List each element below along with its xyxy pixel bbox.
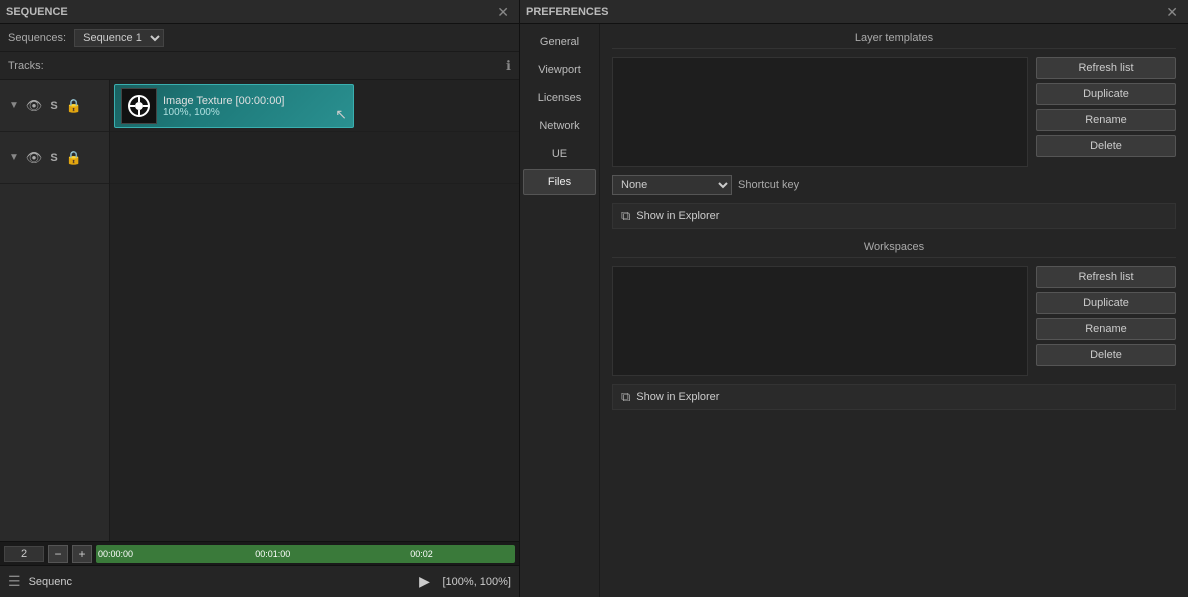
ws-rename-button[interactable]: Rename bbox=[1036, 318, 1176, 340]
timeline-ruler: 2 − + 00:00:00 00:01:00 00:02 bbox=[0, 541, 519, 565]
nav-item-network[interactable]: Network bbox=[523, 113, 596, 139]
layer-templates-buttons: Refresh list Duplicate Rename Delete bbox=[1036, 57, 1176, 167]
track-expand-icon-1[interactable]: ▼ bbox=[6, 98, 22, 114]
track-eye-icon-2[interactable]: 👁 bbox=[26, 150, 42, 166]
shortcut-key-label: Shortcut key bbox=[738, 179, 799, 191]
workspaces-row: Refresh list Duplicate Rename Delete bbox=[612, 266, 1176, 376]
nav-item-files[interactable]: Files bbox=[523, 169, 596, 195]
layer-templates-title: Layer templates bbox=[612, 32, 1176, 49]
sequence-close-button[interactable]: ✕ bbox=[493, 3, 513, 21]
time-marker-0: 00:00:00 bbox=[98, 549, 133, 559]
bottom-bar: ☰ Sequenc ▶ [100%, 100%] bbox=[0, 565, 519, 597]
track-s-icon-2[interactable]: S bbox=[46, 150, 62, 166]
hamburger-icon[interactable]: ☰ bbox=[8, 573, 21, 590]
track-lock-icon-1[interactable]: 🔒 bbox=[66, 98, 82, 114]
layer-shortcut-dropdown[interactable]: None bbox=[612, 175, 732, 195]
ws-refresh-button[interactable]: Refresh list bbox=[1036, 266, 1176, 288]
tracks-area: ▼ 👁 S 🔒 ▼ 👁 S 🔒 bbox=[0, 80, 519, 541]
nav-item-licenses[interactable]: Licenses bbox=[523, 85, 596, 111]
ws-delete-button[interactable]: Delete bbox=[1036, 344, 1176, 366]
layer-dropdown-row: None Shortcut key bbox=[612, 175, 1176, 195]
track-eye-icon-1[interactable]: 👁 bbox=[26, 98, 42, 114]
nav-item-viewport[interactable]: Viewport bbox=[523, 57, 596, 83]
preferences-sidebar: General Viewport Licenses Network UE Fil… bbox=[520, 24, 600, 597]
zoom-info: [100%, 100%] bbox=[443, 576, 512, 588]
sequences-header: Sequences: Sequence 1 bbox=[0, 24, 519, 52]
workspaces-list[interactable] bbox=[612, 266, 1028, 376]
frame-input[interactable]: 2 bbox=[4, 546, 44, 562]
ws-explorer-icon: ⧉ bbox=[621, 389, 630, 405]
bottom-seq-name: Sequenc bbox=[29, 576, 407, 588]
info-icon[interactable]: ℹ bbox=[506, 58, 511, 74]
track-clip[interactable]: Image Texture [00:00:00] 100%, 100% ↖ bbox=[114, 84, 354, 128]
nav-item-general[interactable]: General bbox=[523, 29, 596, 55]
track-controls: ▼ 👁 S 🔒 ▼ 👁 S 🔒 bbox=[0, 80, 110, 541]
clip-thumbnail bbox=[121, 88, 157, 124]
track-content: Image Texture [00:00:00] 100%, 100% ↖ bbox=[110, 80, 519, 541]
preferences-title: PREFERENCES bbox=[526, 6, 1162, 18]
layer-refresh-button[interactable]: Refresh list bbox=[1036, 57, 1176, 79]
layer-explorer-row[interactable]: ⧉ Show in Explorer bbox=[612, 203, 1176, 229]
track-control-row-2: ▼ 👁 S 🔒 bbox=[0, 132, 109, 184]
layer-templates-row: Refresh list Duplicate Rename Delete bbox=[612, 57, 1176, 167]
workspaces-title: Workspaces bbox=[612, 241, 1176, 258]
layer-duplicate-button[interactable]: Duplicate bbox=[1036, 83, 1176, 105]
cursor-icon: ↖ bbox=[335, 106, 347, 123]
nav-item-ue[interactable]: UE bbox=[523, 141, 596, 167]
play-button[interactable]: ▶ bbox=[415, 572, 435, 592]
preferences-body: General Viewport Licenses Network UE Fil… bbox=[520, 24, 1188, 597]
layer-explorer-label: Show in Explorer bbox=[636, 210, 719, 222]
time-marker-1: 00:01:00 bbox=[255, 549, 290, 559]
sequence-panel: SEQUENCE ✕ Sequences: Sequence 1 Tracks:… bbox=[0, 0, 520, 597]
frame-minus-button[interactable]: − bbox=[48, 545, 68, 563]
ws-duplicate-button[interactable]: Duplicate bbox=[1036, 292, 1176, 314]
workspaces-explorer-row[interactable]: ⧉ Show in Explorer bbox=[612, 384, 1176, 410]
track-row-1: Image Texture [00:00:00] 100%, 100% ↖ bbox=[110, 80, 519, 132]
track-row-2 bbox=[110, 132, 519, 184]
preferences-titlebar: PREFERENCES ✕ bbox=[520, 0, 1188, 24]
sequence-title: SEQUENCE bbox=[6, 6, 493, 18]
workspaces-buttons: Refresh list Duplicate Rename Delete bbox=[1036, 266, 1176, 376]
track-control-row-1: ▼ 👁 S 🔒 bbox=[0, 80, 109, 132]
preferences-panel: PREFERENCES ✕ General Viewport Licenses … bbox=[520, 0, 1188, 597]
layer-explorer-icon: ⧉ bbox=[621, 208, 630, 224]
sequence-dropdown[interactable]: Sequence 1 bbox=[74, 29, 164, 47]
layer-delete-button[interactable]: Delete bbox=[1036, 135, 1176, 157]
sequences-label: Sequences: bbox=[8, 32, 66, 44]
track-s-icon-1[interactable]: S bbox=[46, 98, 62, 114]
track-expand-icon-2[interactable]: ▼ bbox=[6, 150, 22, 166]
clip-info: Image Texture [00:00:00] 100%, 100% bbox=[163, 95, 285, 118]
layer-templates-list[interactable] bbox=[612, 57, 1028, 167]
track-lock-icon-2[interactable]: 🔒 bbox=[66, 150, 82, 166]
tracks-header: Tracks: ℹ bbox=[0, 52, 519, 80]
ws-explorer-label: Show in Explorer bbox=[636, 391, 719, 403]
time-marker-2: 00:02 bbox=[410, 549, 433, 559]
layer-rename-button[interactable]: Rename bbox=[1036, 109, 1176, 131]
timeline-track[interactable]: 00:00:00 00:01:00 00:02 bbox=[96, 545, 515, 563]
tracks-label: Tracks: bbox=[8, 60, 506, 72]
preferences-content: Layer templates Refresh list Duplicate R… bbox=[600, 24, 1188, 597]
clip-meta: 100%, 100% bbox=[163, 107, 285, 118]
clip-name: Image Texture [00:00:00] bbox=[163, 95, 285, 107]
sequence-titlebar: SEQUENCE ✕ bbox=[0, 0, 519, 24]
preferences-close-button[interactable]: ✕ bbox=[1162, 3, 1182, 21]
frame-plus-button[interactable]: + bbox=[72, 545, 92, 563]
